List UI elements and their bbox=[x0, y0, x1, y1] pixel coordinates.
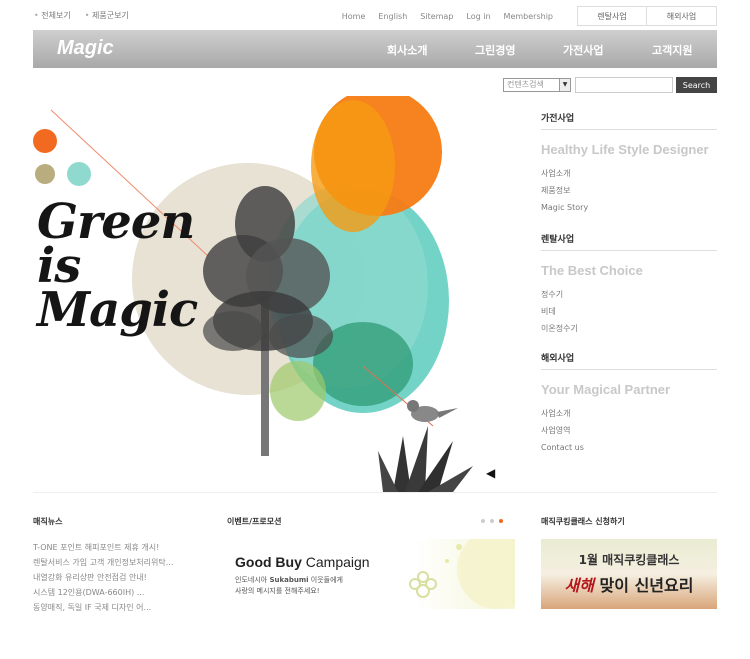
business-tabs: 렌탈사업 해외사업 bbox=[577, 6, 717, 26]
section-link[interactable]: 이온정수기 bbox=[541, 320, 717, 337]
section-rental: 렌탈사업 The Best Choice 정수기 비데 이온정수기 bbox=[541, 232, 717, 337]
content-divider bbox=[33, 492, 717, 493]
nav-appliance[interactable]: 가전사업 bbox=[563, 42, 603, 58]
carousel-dot-active[interactable] bbox=[499, 519, 503, 523]
section-slogan: The Best Choice bbox=[541, 263, 643, 278]
carousel-dot[interactable] bbox=[481, 519, 485, 523]
news-item[interactable]: 내열강화 유리상판 안전점검 안내! bbox=[33, 570, 173, 585]
news-item[interactable]: 동양매직, 독일 IF 국제 디자인 어... bbox=[33, 600, 173, 615]
chevron-down-icon: ▼ bbox=[559, 79, 570, 91]
section-slogan: Your Magical Partner bbox=[541, 382, 671, 397]
cooking-line-2: 새해 맞이 신년요리 bbox=[541, 572, 717, 596]
cooking-line-2-red: 새해 bbox=[564, 576, 594, 595]
cooking-line-2-rest: 맞이 신년요리 bbox=[593, 576, 694, 595]
news-item[interactable]: T-ONE 포인트 해피포인트 제휴 개시! bbox=[33, 540, 173, 555]
section-slogan: Healthy Life Style Designer bbox=[541, 142, 709, 157]
olive-dot bbox=[35, 164, 55, 184]
nav-support[interactable]: 고객지원 bbox=[652, 42, 692, 58]
section-title: 렌탈사업 bbox=[541, 232, 717, 251]
hero-banner: Green is Magic ◀ bbox=[33, 96, 503, 492]
section-link[interactable]: 제품정보 bbox=[541, 182, 717, 199]
section-title: 가전사업 bbox=[541, 111, 717, 130]
section-link[interactable]: Contact us bbox=[541, 439, 717, 456]
login-link[interactable]: Log in bbox=[466, 12, 490, 21]
section-overseas: 해외사업 Your Magical Partner 사업소개 사업영역 Cont… bbox=[541, 351, 717, 456]
nav-green[interactable]: 그린경영 bbox=[475, 42, 515, 58]
view-all-link[interactable]: 전체보기 bbox=[34, 10, 70, 21]
main-navbar: Magic 회사소개 그린경영 가전사업 고객지원 bbox=[33, 30, 717, 68]
news-item[interactable]: 시스템 12인용(DWA-660IH) ... bbox=[33, 585, 173, 600]
events-title: 이벤트/프로모션 bbox=[227, 517, 282, 526]
section-link[interactable]: Magic Story bbox=[541, 199, 717, 216]
news-item[interactable]: 렌탈서비스 가입 고객 개인정보처리위탁... bbox=[33, 555, 173, 570]
section-link[interactable]: 정수기 bbox=[541, 286, 717, 303]
home-link[interactable]: Home bbox=[342, 12, 366, 21]
promo-decoration bbox=[409, 539, 515, 609]
news-list: T-ONE 포인트 해피포인트 제휴 개시! 렌탈서비스 가입 고객 개인정보처… bbox=[33, 540, 173, 615]
section-appliance: 가전사업 Healthy Life Style Designer 사업소개 제품… bbox=[541, 111, 717, 216]
english-link[interactable]: English bbox=[378, 12, 407, 21]
section-link[interactable]: 사업소개 bbox=[541, 165, 717, 182]
bird-illustration bbox=[407, 400, 458, 422]
search-button[interactable]: Search bbox=[676, 77, 717, 93]
search-input[interactable] bbox=[575, 77, 673, 93]
teal-dot bbox=[67, 162, 91, 186]
hero-headline: Green is Magic bbox=[37, 198, 198, 338]
speaker-icon[interactable]: ◀ bbox=[486, 466, 495, 480]
search-category-value: 컨텐츠검색 bbox=[507, 80, 544, 89]
magic-logo[interactable]: Magic bbox=[57, 37, 114, 60]
lime-leaf bbox=[270, 361, 326, 421]
news-title: 매직뉴스 bbox=[33, 517, 63, 526]
carousel-dots bbox=[481, 519, 503, 523]
tab-rental[interactable]: 렌탈사업 bbox=[577, 6, 647, 26]
cooking-title: 매직쿠킹클래스 신청하기 bbox=[541, 517, 625, 526]
nav-company[interactable]: 회사소개 bbox=[387, 42, 427, 58]
util-links-left: 전체보기 제품군보기 bbox=[34, 10, 129, 21]
section-title: 해외사업 bbox=[541, 351, 717, 370]
sitemap-link[interactable]: Sitemap bbox=[420, 12, 453, 21]
hero-line-3: Magic bbox=[37, 282, 198, 338]
cooking-banner[interactable]: 1월 매직쿠킹클래스 새해 맞이 신년요리 bbox=[541, 539, 717, 609]
membership-link[interactable]: Membership bbox=[504, 12, 553, 21]
util-links-right: Home English Sitemap Log in Membership bbox=[342, 12, 553, 21]
tab-overseas[interactable]: 해외사업 bbox=[647, 6, 717, 26]
orange-ellipse bbox=[311, 100, 395, 232]
carousel-dot[interactable] bbox=[490, 519, 494, 523]
search-category-select[interactable]: 컨텐츠검색 ▼ bbox=[503, 78, 571, 92]
section-link[interactable]: 사업영역 bbox=[541, 422, 717, 439]
promo-banner[interactable]: Good Buy Campaign 인도네시아 Sukabumi 이웃들에게 사… bbox=[227, 539, 515, 609]
orange-dot bbox=[33, 129, 57, 153]
cooking-line-1: 1월 매직쿠킹클래스 bbox=[578, 553, 680, 567]
bush-illustration bbox=[378, 426, 473, 492]
view-products-link[interactable]: 제품군보기 bbox=[85, 10, 129, 21]
section-link[interactable]: 사업소개 bbox=[541, 405, 717, 422]
section-link[interactable]: 비데 bbox=[541, 303, 717, 320]
